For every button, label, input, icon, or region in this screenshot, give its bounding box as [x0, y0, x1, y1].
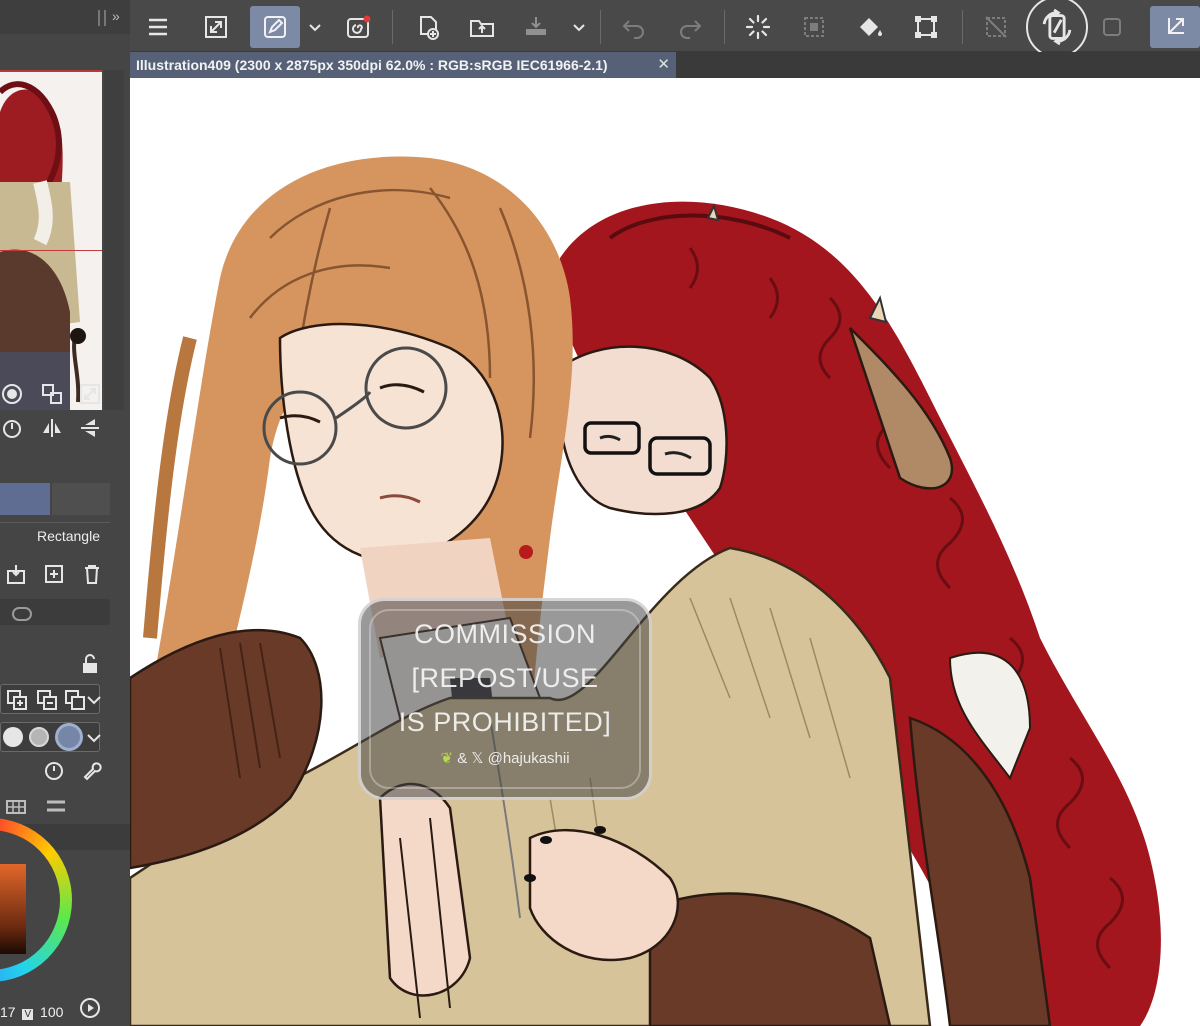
wrench-icon[interactable]	[78, 756, 106, 784]
redo-icon[interactable]	[668, 6, 712, 48]
save-icon[interactable]	[514, 6, 558, 48]
transform-icon[interactable]	[904, 6, 948, 48]
add-subtool-icon[interactable]	[40, 560, 68, 588]
rotate-canvas-icon[interactable]	[1026, 0, 1088, 58]
close-tab-icon[interactable]: ✕	[657, 55, 670, 73]
deselect-icon[interactable]	[974, 6, 1018, 48]
color-wheel[interactable]	[0, 818, 110, 1018]
leaf-logo-icon: ❦	[440, 750, 454, 767]
panel-divider	[0, 522, 110, 523]
lock-icon[interactable]	[76, 650, 104, 678]
flip-vertical-icon[interactable]	[76, 414, 104, 442]
left-panel: Rectangle 17 V 100	[0, 34, 130, 1026]
document-tab[interactable]: Illustration409 (2300 x 2875px 350dpi 62…	[130, 52, 676, 78]
trash-icon[interactable]	[78, 560, 106, 588]
menu-icon[interactable]	[136, 6, 180, 48]
panel-tab-icon[interactable]	[8, 599, 36, 627]
import-icon[interactable]	[2, 560, 30, 588]
edit-pen-icon[interactable]	[250, 6, 300, 48]
chevron-down-icon[interactable]	[304, 6, 326, 48]
navigator-preview-image	[0, 81, 86, 410]
watermark-handle-text: & 𝕏 @hajukashii	[457, 750, 570, 767]
toolbar-divider	[600, 10, 601, 44]
value-left: 17	[0, 1004, 16, 1020]
record-icon[interactable]	[0, 380, 26, 408]
watermark: COMMISSION [REPOST/USE IS PROHIBITED] ❦ …	[358, 598, 652, 800]
timer-icon[interactable]	[40, 756, 68, 784]
color-slider-tab-icon[interactable]	[42, 792, 70, 820]
select-all-icon[interactable]	[1090, 6, 1134, 48]
chevron-down-icon[interactable]	[80, 724, 108, 752]
document-tab-title: Illustration409 (2300 x 2875px 350dpi 62…	[136, 57, 608, 73]
navigator-frame-line	[0, 250, 102, 251]
flip-horizontal-icon[interactable]	[38, 414, 66, 442]
illustration-artwork	[130, 156, 1161, 1026]
color-values-readout: 17 V 100	[0, 1004, 63, 1020]
new-file-icon[interactable]	[406, 6, 450, 48]
new-layer-icon[interactable]	[3, 686, 31, 714]
watermark-line-2: [REPOST/USE	[411, 663, 599, 693]
panel-grip-handle[interactable]	[98, 10, 106, 26]
collapse-panel-icon[interactable]: »	[112, 8, 120, 24]
watermark-line-3: IS PROHIBITED]	[398, 707, 612, 737]
brush-dot-selected[interactable]	[55, 723, 83, 751]
saturation-value-square[interactable]	[0, 864, 26, 954]
color-set-tab-icon[interactable]	[2, 792, 30, 820]
resize-icon[interactable]	[194, 6, 238, 48]
command-bar	[130, 0, 1200, 58]
chevron-down-icon[interactable]	[80, 686, 108, 714]
toolbar-divider	[962, 10, 963, 44]
navigator-scrollbar[interactable]	[104, 70, 124, 410]
merge-layer-icon[interactable]	[33, 686, 61, 714]
drawing-canvas[interactable]: COMMISSION [REPOST/USE IS PROHIBITED] ❦ …	[130, 78, 1200, 1026]
corner-arrow-icon[interactable]	[1150, 6, 1200, 48]
navigator-thumbnail[interactable]	[0, 70, 102, 410]
brush-dot-medium[interactable]	[29, 727, 49, 747]
loading-spinner-icon[interactable]	[736, 6, 780, 48]
watermark-line-1: COMMISSION	[413, 619, 596, 649]
toolbar-divider	[392, 10, 393, 44]
watermark-handle: ❦ & 𝕏 @hajukashii	[361, 749, 649, 767]
rotate-reset-icon[interactable]	[0, 414, 26, 442]
selection-icon[interactable]	[792, 6, 836, 48]
play-icon[interactable]	[76, 994, 104, 1022]
value-v-label: V	[22, 1009, 34, 1020]
fill-bucket-icon[interactable]	[848, 6, 892, 48]
fit-screen-icon[interactable]	[38, 380, 66, 408]
subtool-item[interactable]	[52, 483, 110, 515]
subtool-selected-item[interactable]	[0, 483, 50, 515]
subtool-label: Rectangle	[36, 528, 100, 544]
toolbar-divider	[724, 10, 725, 44]
spiral-record-icon[interactable]	[336, 6, 380, 48]
undo-icon[interactable]	[612, 6, 656, 48]
panel-header-strip: »	[0, 0, 130, 34]
document-tab-bar: Illustration409 (2300 x 2875px 350dpi 62…	[130, 52, 1200, 78]
value-right: 100	[40, 1004, 64, 1020]
brush-dot-small[interactable]	[3, 727, 23, 747]
open-folder-icon[interactable]	[460, 6, 504, 48]
expand-icon[interactable]	[76, 380, 104, 408]
chevron-down-icon[interactable]	[568, 6, 590, 48]
